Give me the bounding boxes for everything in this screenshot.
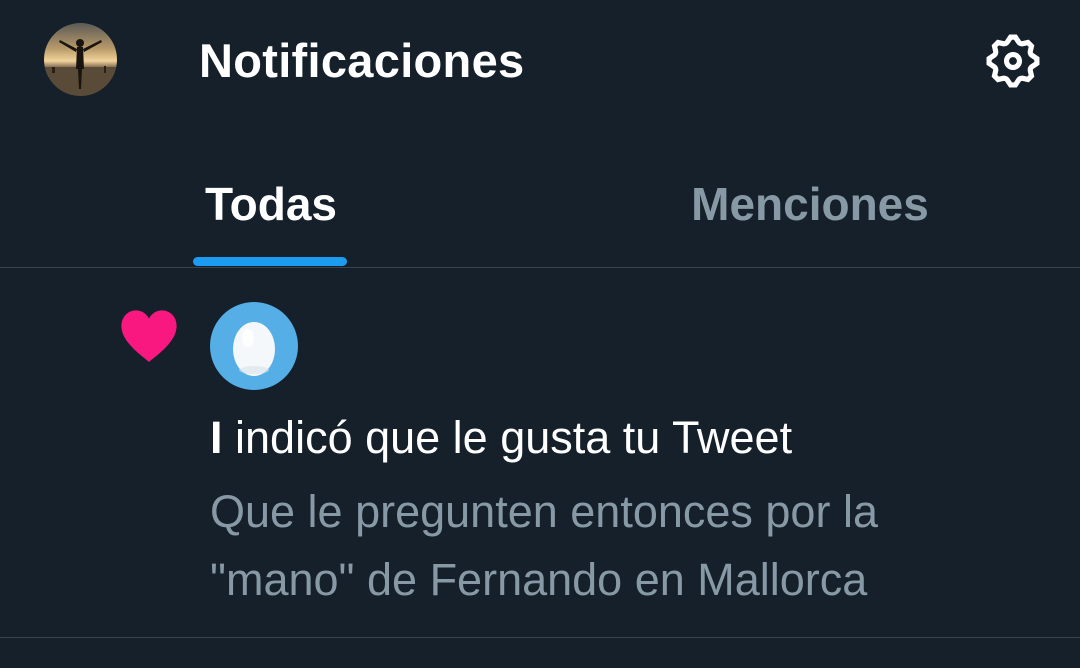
heart-icon: [119, 308, 179, 364]
tab-all[interactable]: Todas: [150, 150, 392, 268]
profile-avatar[interactable]: [44, 23, 117, 96]
default-egg-avatar[interactable]: [210, 302, 298, 390]
top-app-bar: Notificaciones: [0, 0, 1080, 122]
action-text: indicó que le gusta tu Tweet: [222, 412, 793, 463]
page-title: Notificaciones: [199, 34, 525, 87]
notifications-screen: Notificaciones Todas Menciones I indicó …: [0, 0, 1080, 668]
active-tab-indicator: [193, 257, 347, 266]
tab-mentions-label: Menciones: [691, 178, 929, 230]
tweet-preview-line: "mano" de Fernando en Mallorca: [210, 554, 868, 605]
egg-icon: [233, 322, 275, 376]
notification-item[interactable]: I indicó que le gusta tu Tweet Que le pr…: [0, 268, 1080, 637]
gear-icon: [986, 34, 1040, 88]
settings-button[interactable]: [982, 30, 1044, 92]
tweet-preview: Que le pregunten entonces por la "mano" …: [210, 478, 1010, 614]
tweet-preview-line: Que le pregunten entonces por la: [210, 486, 878, 537]
notification-tabs: Todas Menciones: [0, 150, 1080, 268]
notification-divider: [0, 637, 1080, 638]
tab-all-label: Todas: [204, 178, 338, 230]
notification-text: I indicó que le gusta tu Tweet: [210, 410, 792, 466]
profile-photo-icon: [44, 23, 117, 96]
actor-name[interactable]: I: [210, 412, 223, 463]
tab-mentions[interactable]: Menciones: [620, 150, 1000, 268]
